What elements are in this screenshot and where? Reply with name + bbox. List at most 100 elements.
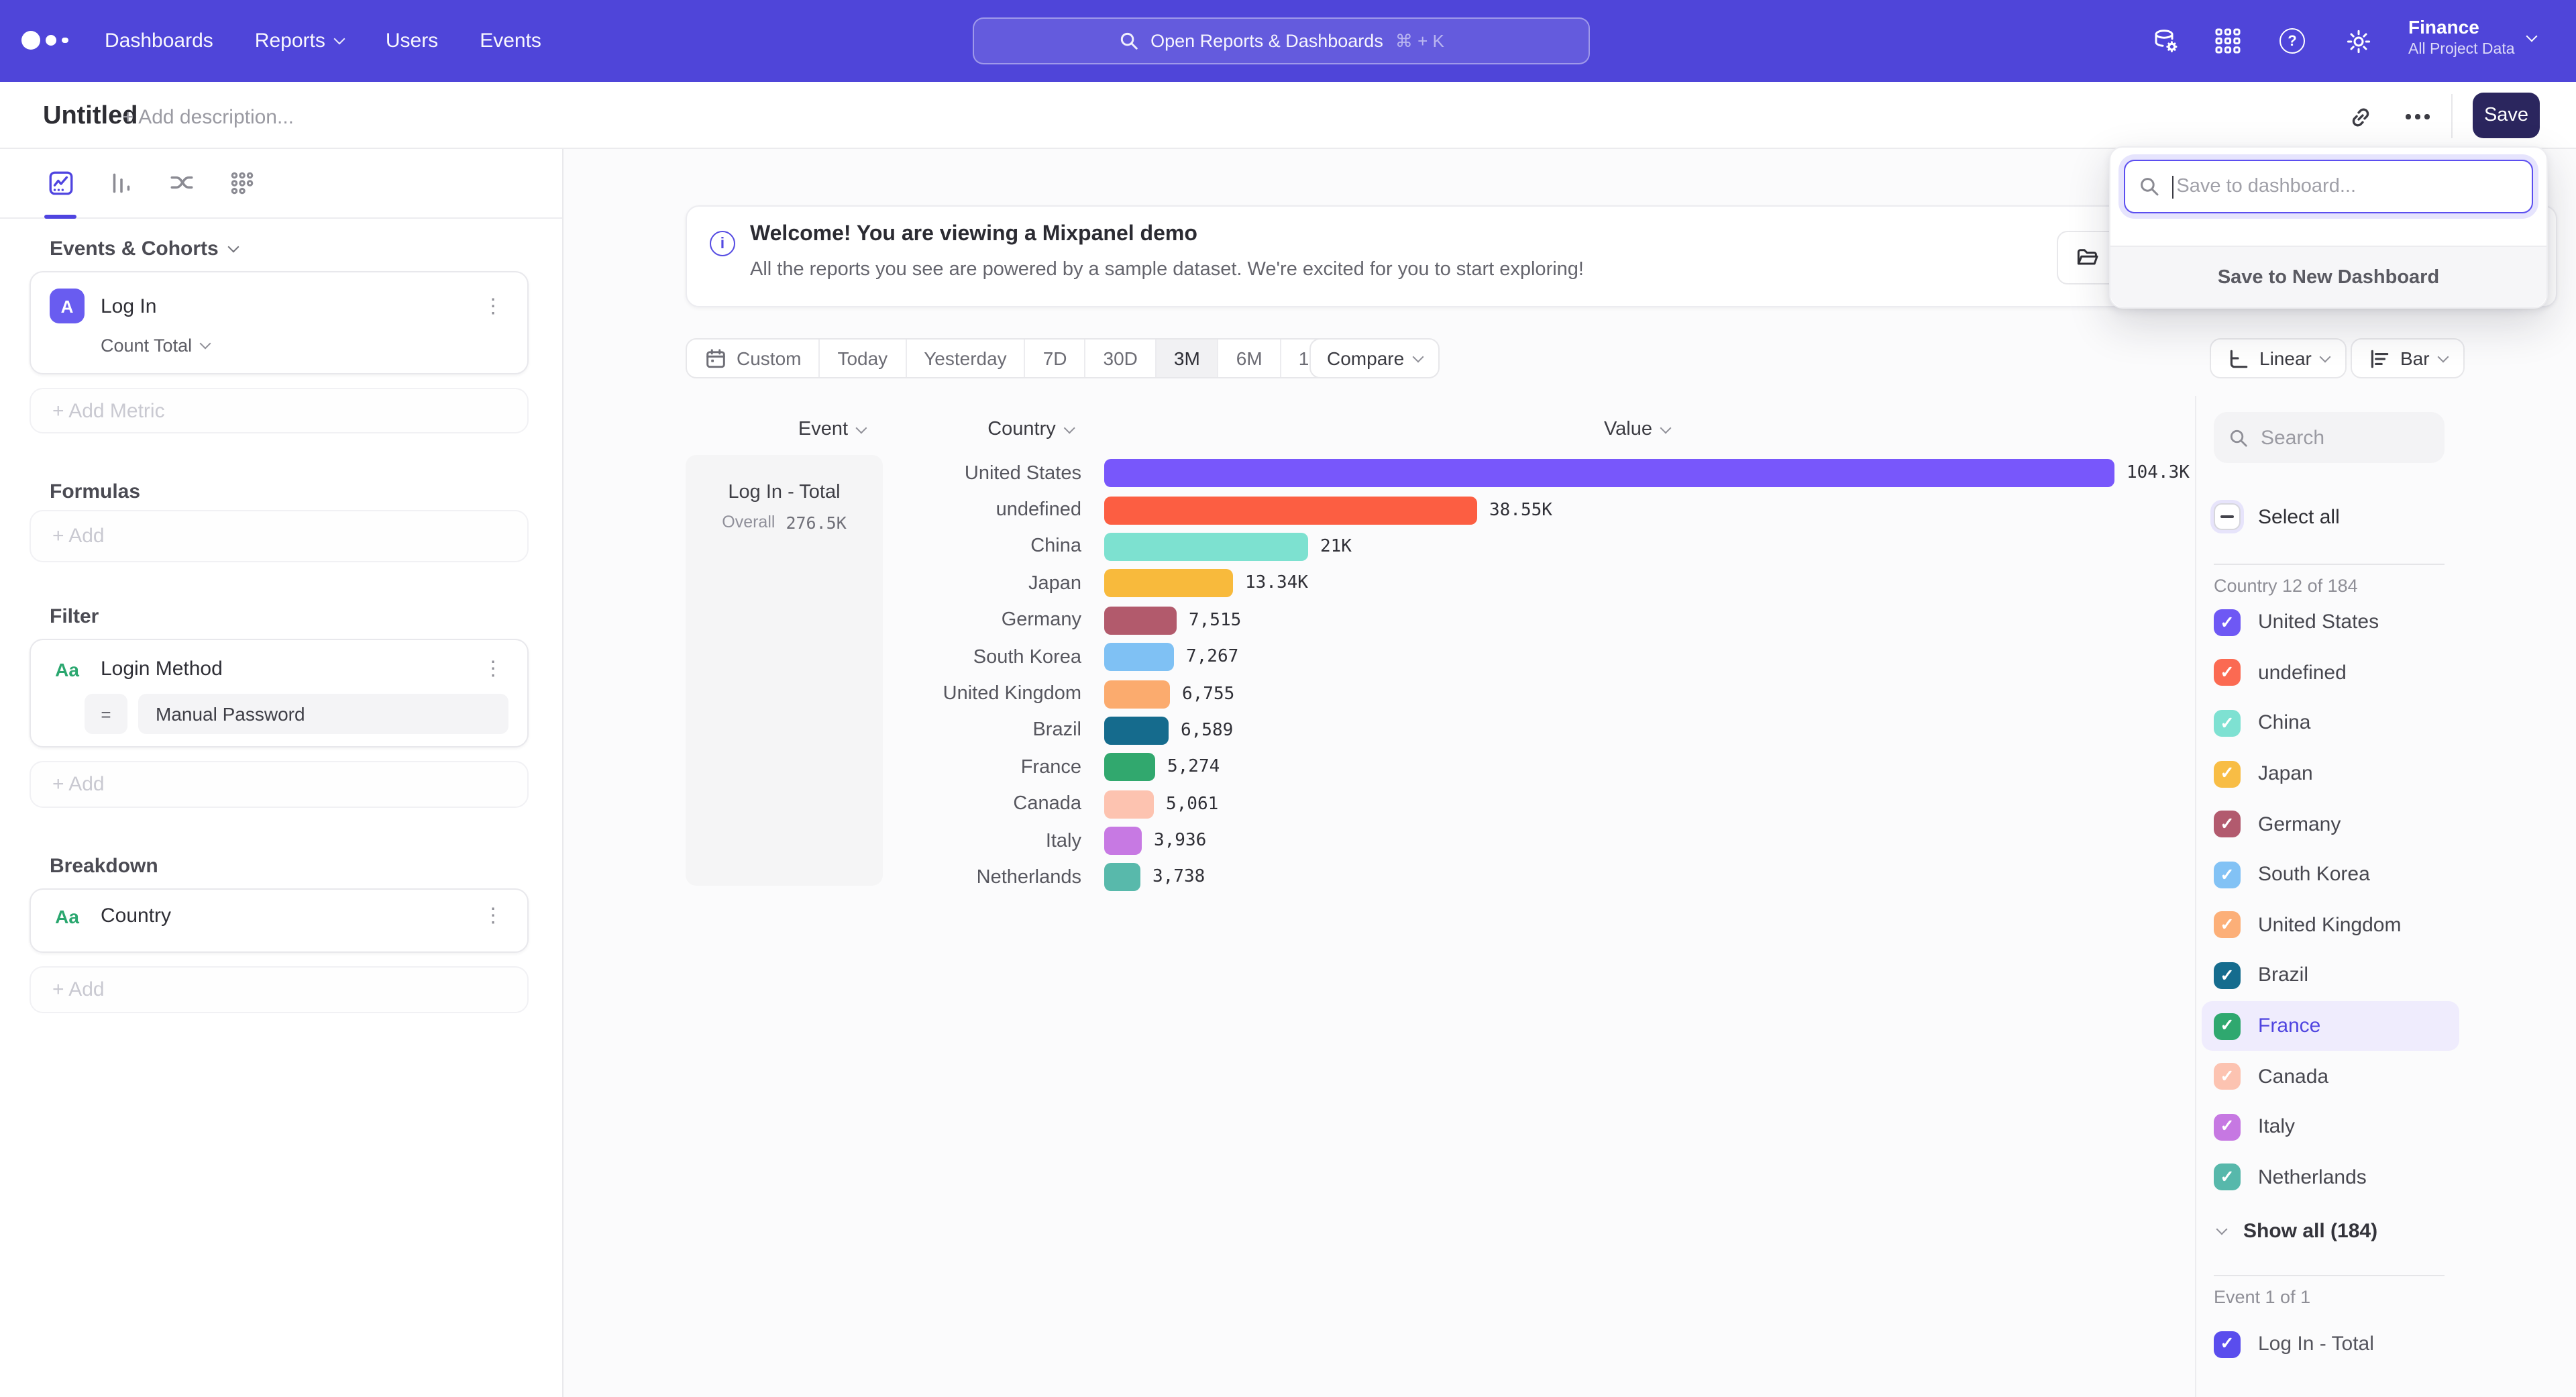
- legend-search-input[interactable]: Search: [2214, 412, 2445, 463]
- value-bar[interactable]: [1104, 570, 1233, 598]
- checkbox-checked[interactable]: ✓: [2214, 811, 2241, 837]
- more-options-button[interactable]: [2400, 99, 2435, 134]
- checkbox-checked[interactable]: ✓: [2214, 1013, 2241, 1039]
- nav-item-events[interactable]: Events: [480, 30, 541, 52]
- divider: [2214, 564, 2445, 565]
- checkbox-checked[interactable]: ✓: [2214, 1164, 2241, 1191]
- checkbox-checked[interactable]: ✓: [2214, 962, 2241, 989]
- column-header-value[interactable]: Value: [1604, 419, 1670, 440]
- scale-dropdown[interactable]: Linear: [2210, 338, 2347, 378]
- metric-aggregation-dropdown[interactable]: Count Total: [101, 335, 508, 356]
- value-bar[interactable]: [1104, 754, 1155, 782]
- tab-funnels-icon[interactable]: [106, 168, 136, 198]
- chevron-down-icon[interactable]: [2526, 31, 2538, 42]
- country-filter-item[interactable]: ✓Italy: [2202, 1102, 2459, 1152]
- save-to-new-dashboard-button[interactable]: Save to New Dashboard: [2110, 246, 2546, 307]
- checkbox-checked[interactable]: ✓: [2214, 912, 2241, 939]
- chevron-down-icon: [2437, 351, 2449, 362]
- checkbox-checked[interactable]: ✓: [2214, 862, 2241, 888]
- add-filter-button[interactable]: + Add: [30, 761, 529, 808]
- settings-gear-icon[interactable]: [2343, 25, 2373, 56]
- value-bar[interactable]: [1104, 827, 1142, 855]
- checkbox-checked[interactable]: ✓: [2214, 1113, 2241, 1140]
- value-bar[interactable]: [1104, 680, 1170, 708]
- kebab-menu-icon[interactable]: ⋮: [478, 903, 508, 929]
- save-to-dashboard-input[interactable]: Save to dashboard...: [2124, 160, 2533, 213]
- tab-flows-icon[interactable]: [166, 168, 196, 198]
- save-button[interactable]: Save: [2473, 93, 2540, 138]
- event-filter-checkbox[interactable]: ✓: [2214, 1331, 2241, 1357]
- country-filter-item[interactable]: ✓United States: [2202, 597, 2459, 648]
- add-metric-button[interactable]: + Add Metric: [30, 388, 529, 433]
- column-header-event[interactable]: Event: [798, 419, 865, 440]
- range-custom[interactable]: Custom: [687, 340, 818, 377]
- filter-operator-dropdown[interactable]: =: [85, 694, 127, 734]
- filter-card-login-method[interactable]: Aa Login Method ⋮ = Manual Password: [30, 639, 529, 747]
- filter-property-name[interactable]: Login Method: [101, 658, 223, 680]
- country-filter-item[interactable]: ✓China: [2202, 698, 2459, 748]
- value-bar[interactable]: [1104, 533, 1308, 561]
- range-today[interactable]: Today: [818, 340, 905, 377]
- value-bar[interactable]: [1104, 607, 1177, 635]
- country-filter-item[interactable]: ✓ undefined: [2202, 648, 2459, 698]
- value-bar[interactable]: [1104, 717, 1169, 745]
- checkbox-indeterminate[interactable]: [2214, 503, 2241, 530]
- add-description-button[interactable]: + Add description...: [122, 106, 294, 129]
- breakdown-card-country[interactable]: Aa Country ⋮: [30, 888, 529, 953]
- add-breakdown-button[interactable]: + Add: [30, 966, 529, 1013]
- checkbox-checked[interactable]: ✓: [2214, 609, 2241, 636]
- value-bar[interactable]: [1104, 790, 1154, 818]
- country-filter-item[interactable]: ✓Germany: [2202, 799, 2459, 849]
- add-formula-button[interactable]: + Add: [30, 510, 529, 562]
- country-filter-item[interactable]: ✓ United Kingdom: [2202, 900, 2459, 950]
- country-filter-item[interactable]: ✓Japan: [2202, 749, 2459, 799]
- country-filter-item[interactable]: ✓Brazil: [2202, 950, 2459, 1000]
- show-all-button[interactable]: Show all (184): [2218, 1210, 2377, 1251]
- data-management-icon[interactable]: [2149, 25, 2180, 56]
- chart-type-dropdown[interactable]: Bar: [2351, 338, 2465, 378]
- checkbox-checked[interactable]: ✓: [2214, 660, 2241, 686]
- range-6m[interactable]: 6M: [1218, 340, 1280, 377]
- nav-item-dashboards[interactable]: Dashboards: [105, 30, 213, 52]
- project-switcher[interactable]: Finance All Project Data: [2408, 16, 2515, 58]
- country-filter-item[interactable]: ✓France: [2202, 1001, 2459, 1051]
- country-filter-item[interactable]: ✓Canada: [2202, 1051, 2459, 1102]
- metric-event-name[interactable]: Log In: [101, 295, 156, 317]
- value-bar[interactable]: [1104, 459, 2114, 487]
- country-filter-label: United Kingdom: [2258, 914, 2401, 937]
- kebab-menu-icon[interactable]: ⋮: [478, 293, 508, 319]
- checkbox-checked[interactable]: ✓: [2214, 760, 2241, 787]
- select-all-row[interactable]: Select all: [2214, 498, 2340, 535]
- copy-link-icon[interactable]: [2343, 99, 2377, 134]
- tab-insights-icon[interactable]: [46, 168, 75, 198]
- checkbox-checked[interactable]: ✓: [2214, 710, 2241, 737]
- range-yesterday[interactable]: Yesterday: [905, 340, 1024, 377]
- active-tab-indicator: [44, 214, 76, 219]
- value-bar[interactable]: [1104, 643, 1174, 671]
- value-bar[interactable]: [1104, 496, 1477, 524]
- mixpanel-logo-icon[interactable]: [21, 31, 68, 50]
- breakdown-property-name[interactable]: Country: [101, 904, 171, 927]
- help-icon[interactable]: ?: [2277, 25, 2308, 56]
- column-header-country[interactable]: Country: [987, 419, 1073, 440]
- range-7d[interactable]: 7D: [1024, 340, 1085, 377]
- metric-card-log-in[interactable]: A Log In ⋮ Count Total: [30, 271, 529, 374]
- country-filter-item[interactable]: ✓Netherlands: [2202, 1152, 2459, 1202]
- apps-grid-icon[interactable]: [2212, 25, 2243, 56]
- tab-retention-icon[interactable]: [227, 168, 256, 198]
- country-filter-item[interactable]: ✓South Korea: [2202, 849, 2459, 900]
- checkbox-checked[interactable]: ✓: [2214, 1063, 2241, 1090]
- compare-dropdown[interactable]: Compare: [1309, 338, 1439, 378]
- nav-item-users[interactable]: Users: [386, 30, 438, 52]
- range-30d[interactable]: 30D: [1085, 340, 1155, 377]
- range-3m[interactable]: 3M: [1155, 340, 1218, 377]
- event-filter-item[interactable]: ✓ Log In - Total: [2214, 1319, 2374, 1369]
- value-bar[interactable]: [1104, 864, 1140, 892]
- filter-value-dropdown[interactable]: Manual Password: [138, 694, 508, 734]
- calendar-icon: [704, 347, 727, 370]
- nav-item-reports[interactable]: Reports: [255, 30, 344, 52]
- country-filter-label: undefined: [2258, 662, 2347, 684]
- global-search-button[interactable]: Open Reports & Dashboards ⌘ + K: [973, 17, 1590, 64]
- kebab-menu-icon[interactable]: ⋮: [478, 656, 508, 682]
- events-cohorts-header[interactable]: Events & Cohorts: [50, 238, 237, 260]
